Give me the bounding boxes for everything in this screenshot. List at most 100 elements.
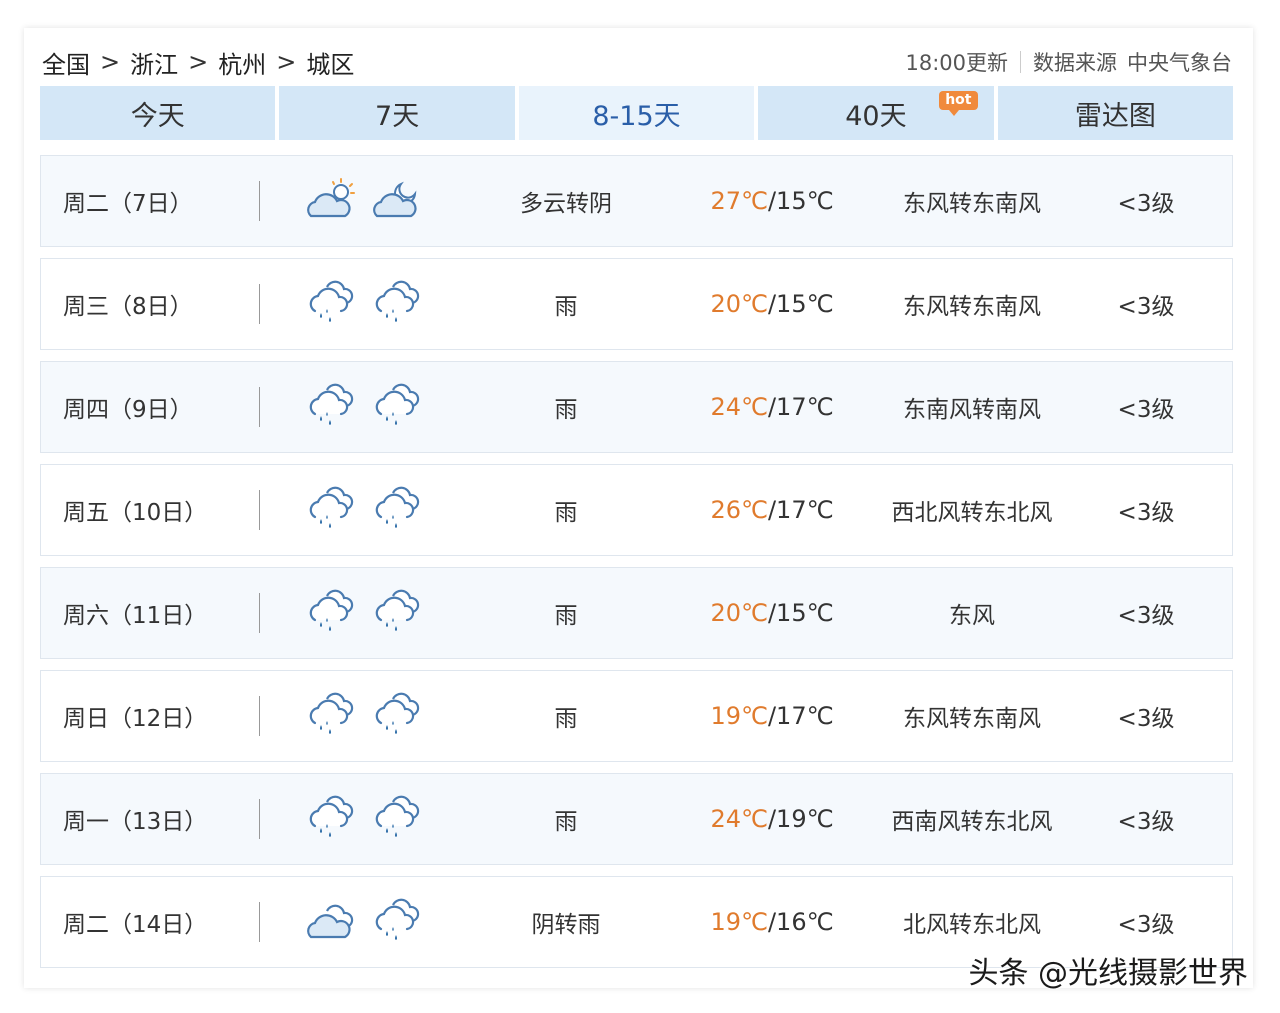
wind-level: <3级	[1117, 706, 1175, 732]
weather-icons	[260, 897, 460, 947]
forecast-row: 周日（12日） 雨 19℃/17℃ 东风转东南风 <3级	[40, 670, 1233, 762]
tab-today[interactable]: 今天	[40, 86, 276, 140]
partly-cloudy-night-icon	[371, 176, 437, 226]
rain-icon	[371, 485, 437, 535]
rain-icon	[371, 382, 437, 432]
temp-slash: /	[767, 805, 777, 833]
overcast-icon	[305, 897, 371, 947]
weather-icons	[260, 382, 460, 432]
temp-high: 19℃	[710, 908, 768, 936]
wind-direction: 东风转东南风	[903, 191, 1041, 217]
source-label: 数据来源	[1033, 51, 1117, 75]
temp-slash: /	[767, 908, 777, 936]
weather-desc: 雨	[554, 397, 578, 423]
temperature: 20℃/15℃	[672, 290, 872, 318]
temp-high: 20℃	[710, 290, 768, 318]
temp-low: 17℃	[776, 393, 834, 421]
weather-desc: 多云转阴	[520, 191, 612, 217]
breadcrumb: 全国 > 浙江 > 杭州 > 城区	[42, 45, 354, 80]
temp-low: 17℃	[776, 496, 834, 524]
day-label: 周六（11日）	[63, 603, 208, 629]
hot-badge: hot	[939, 91, 978, 116]
breadcrumb-separator: >	[276, 48, 297, 76]
tab-label: 8-15天	[592, 100, 681, 132]
temp-low: 15℃	[776, 599, 834, 627]
breadcrumb-city[interactable]: 杭州	[218, 45, 266, 80]
wind-direction: 东南风转南风	[903, 397, 1041, 423]
tab-label: 雷达图	[1074, 100, 1156, 132]
temperature: 26℃/17℃	[672, 496, 872, 524]
weather-desc: 雨	[554, 500, 578, 526]
wind-level: <3级	[1117, 809, 1175, 835]
temp-high: 20℃	[710, 599, 768, 627]
temp-low: 15℃	[776, 187, 834, 215]
temp-high: 19℃	[710, 702, 768, 730]
temp-high: 26℃	[710, 496, 768, 524]
temperature: 27℃/15℃	[672, 187, 872, 215]
rain-icon	[305, 485, 371, 535]
forecast-row: 周六（11日） 雨 20℃/15℃ 东风 <3级	[40, 567, 1233, 659]
rain-icon	[371, 794, 437, 844]
wind-level: <3级	[1117, 500, 1175, 526]
rain-icon	[305, 588, 371, 638]
tab-label: 7天	[375, 100, 420, 132]
rain-icon	[305, 691, 371, 741]
rain-icon	[305, 279, 371, 329]
update-info: 18:00更新 数据来源 中央气象台	[905, 47, 1232, 77]
tab-label: 今天	[130, 100, 185, 132]
tab-label: 40天	[845, 100, 907, 132]
rain-icon	[371, 897, 437, 947]
wind-direction: 北风转东北风	[903, 912, 1041, 938]
tab-40-days[interactable]: 40天 hot	[758, 86, 994, 140]
weather-icons	[260, 176, 460, 226]
day-label: 周一（13日）	[63, 809, 208, 835]
temp-slash: /	[767, 599, 777, 627]
weather-icons	[260, 279, 460, 329]
day-label: 周日（12日）	[63, 706, 208, 732]
day-label: 周四（9日）	[63, 397, 193, 423]
temp-high: 24℃	[710, 393, 768, 421]
weather-desc: 阴转雨	[531, 912, 601, 938]
source-name: 中央气象台	[1127, 51, 1232, 75]
tab-8-15-days[interactable]: 8-15天	[518, 86, 755, 140]
wind-direction: 西北风转东北风	[891, 500, 1053, 526]
weather-desc: 雨	[554, 706, 578, 732]
forecast-row: 周四（9日） 雨 24℃/17℃ 东南风转南风 <3级	[40, 361, 1233, 453]
wind-direction: 西南风转东北风	[891, 809, 1053, 835]
temp-high: 27℃	[710, 187, 768, 215]
wind-level: <3级	[1117, 191, 1175, 217]
rain-icon	[305, 794, 371, 844]
meta-divider	[1020, 51, 1021, 73]
breadcrumb-province[interactable]: 浙江	[130, 45, 178, 80]
tab-7-days[interactable]: 7天	[279, 86, 515, 140]
weather-desc: 雨	[554, 603, 578, 629]
forecast-row: 周一（13日） 雨 24℃/19℃ 西南风转东北风 <3级	[40, 773, 1233, 865]
update-time: 18:00更新	[905, 51, 1008, 75]
weather-icons	[260, 794, 460, 844]
rain-icon	[371, 588, 437, 638]
breadcrumb-separator: >	[188, 48, 209, 76]
breadcrumb-district[interactable]: 城区	[306, 45, 354, 80]
temp-slash: /	[767, 702, 777, 730]
breadcrumb-national[interactable]: 全国	[42, 45, 90, 80]
partly-cloudy-day-icon	[305, 176, 371, 226]
forecast-row: 周三（8日） 雨 20℃/15℃ 东风转东南风 <3级	[40, 258, 1233, 350]
day-label: 周五（10日）	[63, 500, 208, 526]
temp-low: 17℃	[776, 702, 834, 730]
temp-slash: /	[767, 290, 777, 318]
temperature: 20℃/15℃	[672, 599, 872, 627]
watermark: 头条 @光线摄影世界	[968, 956, 1248, 991]
day-label: 周二（14日）	[63, 912, 208, 938]
tab-radar[interactable]: 雷达图	[997, 86, 1234, 140]
forecast-row: 周二（7日） 多云转阴 27℃/15℃ 东风转东南风 <3级	[40, 155, 1233, 247]
breadcrumb-separator: >	[100, 48, 121, 76]
temperature: 19℃/16℃	[672, 908, 872, 936]
temperature: 24℃/17℃	[672, 393, 872, 421]
temp-low: 15℃	[776, 290, 834, 318]
temperature: 24℃/19℃	[672, 805, 872, 833]
weather-desc: 雨	[554, 294, 578, 320]
wind-level: <3级	[1117, 912, 1175, 938]
weather-icons	[260, 588, 460, 638]
wind-level: <3级	[1117, 397, 1175, 423]
temp-slash: /	[767, 187, 777, 215]
